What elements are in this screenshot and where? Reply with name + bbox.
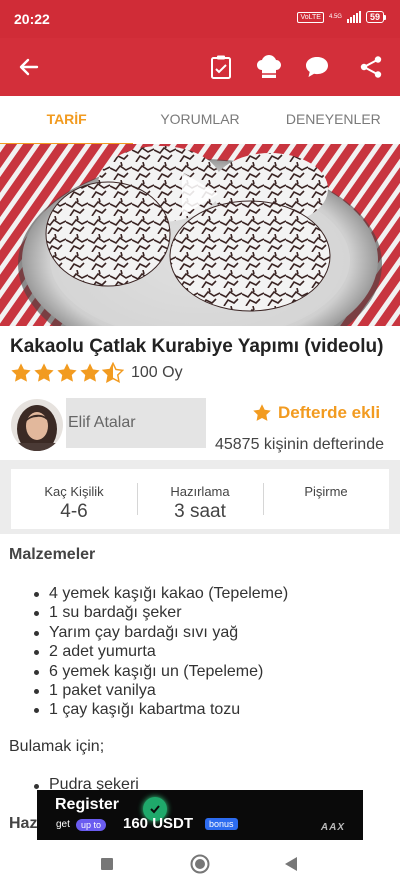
status-indicators: VoLTE 4.5G 59 (297, 11, 386, 23)
battery-icon: 59 (365, 11, 386, 23)
ad-upto: up to (76, 819, 107, 831)
prep-time: Hazırlama 3 saat (137, 469, 263, 529)
home-icon[interactable] (190, 854, 210, 879)
servings: Kaç Kişilik 4-6 (11, 469, 137, 529)
coating-subtitle: Bulamak için; (9, 738, 105, 755)
rating: 100 Oy (10, 362, 183, 384)
ad-bonus: bonus (205, 818, 238, 830)
play-icon[interactable] (180, 170, 220, 223)
list-item: 6 yemek kaşığı un (Tepeleme) (34, 662, 288, 681)
recents-icon[interactable] (100, 857, 114, 876)
list-item: 4 yemek kaşığı kakao (Tepeleme) (34, 584, 288, 603)
list-item: 1 su bardağı şeker (34, 603, 288, 622)
ad-headline: Register (55, 796, 120, 813)
star-icon (80, 363, 100, 382)
ad-banner[interactable]: Register get up to 160 USDT bonus AAX (37, 790, 363, 840)
tab-recipe[interactable]: TARİF (0, 96, 134, 146)
status-bar: 20:22 VoLTE 4.5G 59 (0, 0, 400, 38)
volte-badge: VoLTE (297, 11, 324, 23)
network-type: 4.5G (328, 14, 342, 20)
share-icon[interactable] (356, 52, 386, 82)
star-icon (253, 404, 271, 421)
preparation-title: Haz (9, 815, 38, 832)
list-item: 1 paket vanilya (34, 681, 288, 700)
star-half-icon (102, 362, 124, 383)
avatar[interactable] (11, 399, 63, 451)
rating-votes: 100 Oy (131, 364, 183, 381)
chef-hat-icon[interactable] (254, 52, 284, 82)
battery-level: 59 (365, 11, 384, 23)
chat-bubble-icon[interactable] (302, 52, 332, 82)
checklist-icon[interactable] (206, 52, 236, 82)
star-icon (34, 363, 54, 382)
servings-label: Kaç Kişilik (44, 484, 104, 499)
star-icon (11, 363, 31, 382)
ad-brand-logo: AAX (320, 822, 345, 833)
prep-time-label: Hazırlama (170, 484, 230, 499)
list-item: Yarım çay bardağı sıvı yağ (34, 623, 288, 642)
recipe-video-thumbnail[interactable] (0, 144, 400, 326)
ad-amount: 160 USDT (123, 815, 194, 832)
cook-time-label: Pişirme (304, 484, 348, 499)
author-name[interactable]: Elif Atalar (68, 414, 136, 432)
notebook-count: 45875 kişinin defterinde (214, 436, 384, 453)
add-to-notebook-button[interactable]: Defterde ekli (252, 403, 380, 423)
list-item: 1 çay kaşığı kabartma tozu (34, 700, 288, 719)
tab-tried[interactable]: DENEYENLER (267, 96, 400, 144)
back-nav-icon[interactable] (284, 856, 298, 877)
ingredients-list: 4 yemek kaşığı kakao (Tepeleme) 1 su bar… (34, 584, 288, 720)
clock: 20:22 (14, 11, 50, 27)
ingredients-title: Malzemeler (9, 546, 96, 563)
back-arrow-icon[interactable] (14, 52, 44, 82)
signal-icon (346, 11, 361, 23)
tab-bar: TARİF YORUMLAR DENEYENLER (0, 96, 400, 146)
servings-value: 4-6 (60, 501, 88, 522)
list-item: 2 adet yumurta (34, 642, 288, 661)
info-card: Kaç Kişilik 4-6 Hazırlama 3 saat Pişirme (11, 469, 389, 529)
recipe-title: Kakaolu Çatlak Kurabiye Yapımı (videolu) (10, 336, 384, 357)
prep-time-value: 3 saat (174, 501, 226, 522)
system-nav-bar (0, 840, 400, 888)
notebook-status: Defterde ekli (278, 403, 381, 422)
app-bar (0, 38, 400, 96)
ad-get: get (56, 819, 70, 830)
tab-comments[interactable]: YORUMLAR (133, 96, 266, 144)
cook-time: Pişirme (263, 469, 389, 529)
star-icon (57, 363, 77, 382)
